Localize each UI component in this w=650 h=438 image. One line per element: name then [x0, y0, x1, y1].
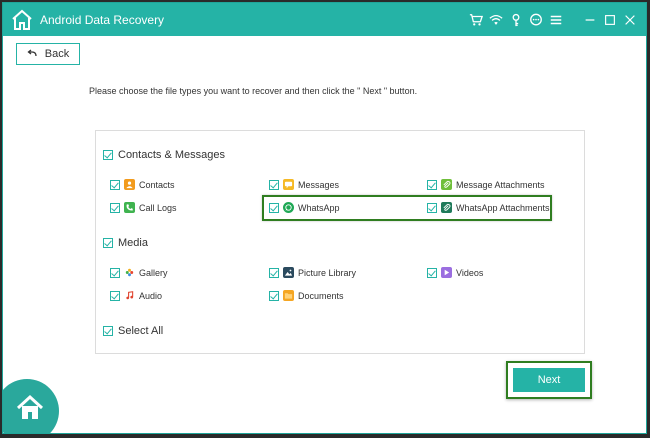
app-title: Android Data Recovery [40, 13, 165, 27]
item-label: Audio [139, 290, 163, 301]
phone-icon [124, 202, 135, 213]
checkbox[interactable] [103, 326, 113, 336]
group-contacts-messages[interactable]: Contacts & Messages [103, 149, 225, 161]
checkbox[interactable] [110, 290, 120, 301]
close-icon[interactable] [620, 10, 640, 30]
select-all-label: Select All [118, 325, 164, 337]
next-button[interactable]: Next [513, 368, 585, 392]
file-type-panel [95, 130, 585, 354]
item-label: Videos [456, 267, 484, 278]
item-videos[interactable]: Videos [427, 267, 483, 278]
chat-icon[interactable] [526, 10, 546, 30]
title-bar: Android Data Recovery [3, 3, 646, 36]
checkbox[interactable] [110, 267, 120, 278]
menu-icon[interactable] [546, 10, 566, 30]
item-picture-library[interactable]: Picture Library [269, 267, 356, 278]
whatsapp-highlight-box [262, 195, 552, 221]
group-label: Media [118, 237, 148, 249]
picture-icon [283, 267, 294, 278]
titlebar-controls [466, 9, 640, 31]
checkbox[interactable] [103, 150, 113, 160]
home-logo-icon [10, 8, 34, 32]
back-arrow-icon [27, 49, 37, 57]
checkbox[interactable] [427, 267, 437, 278]
music-note-icon [124, 290, 135, 301]
app-window: Android Data Recovery Back Please choose… [2, 2, 647, 434]
item-call-logs[interactable]: Call Logs [110, 202, 177, 213]
checkbox[interactable] [269, 290, 279, 301]
gallery-icon [124, 267, 135, 278]
item-message-attachments[interactable]: Message Attachments [427, 179, 545, 190]
item-documents[interactable]: Documents [269, 290, 344, 301]
checkbox[interactable] [427, 179, 437, 190]
checkbox[interactable] [110, 179, 120, 190]
item-label: Call Logs [139, 202, 177, 213]
item-messages[interactable]: Messages [269, 179, 339, 190]
home-button[interactable] [3, 379, 59, 433]
key-icon[interactable] [506, 10, 526, 30]
messages-icon [283, 179, 294, 190]
checkbox[interactable] [269, 267, 279, 278]
group-media[interactable]: Media [103, 237, 148, 249]
wifi-icon[interactable] [486, 10, 506, 30]
select-all[interactable]: Select All [103, 325, 163, 337]
item-label: Picture Library [298, 267, 357, 278]
instruction-text: Please choose the file types you want to… [89, 86, 418, 96]
video-icon [441, 267, 452, 278]
checkbox[interactable] [269, 179, 279, 190]
contacts-icon [124, 179, 135, 190]
back-button[interactable]: Back [16, 43, 80, 65]
item-label: Gallery [139, 267, 168, 278]
item-label: Message Attachments [456, 179, 545, 190]
next-highlight-box: Next [506, 361, 592, 399]
home-icon [16, 394, 44, 419]
next-label: Next [537, 374, 561, 386]
attachment-icon [441, 179, 452, 190]
maximize-icon[interactable] [600, 10, 620, 30]
checkbox[interactable] [110, 202, 120, 213]
item-gallery[interactable]: Gallery [110, 267, 168, 278]
item-audio[interactable]: Audio [110, 290, 162, 301]
group-label: Contacts & Messages [118, 149, 225, 161]
minimize-icon[interactable] [580, 10, 600, 30]
item-label: Messages [298, 179, 340, 190]
cart-icon[interactable] [466, 10, 486, 30]
item-label: Documents [298, 290, 344, 301]
checkbox[interactable] [103, 238, 113, 248]
item-label: Contacts [139, 179, 175, 190]
folder-icon [283, 290, 294, 301]
item-contacts[interactable]: Contacts [110, 179, 175, 190]
back-label: Back [44, 48, 70, 60]
